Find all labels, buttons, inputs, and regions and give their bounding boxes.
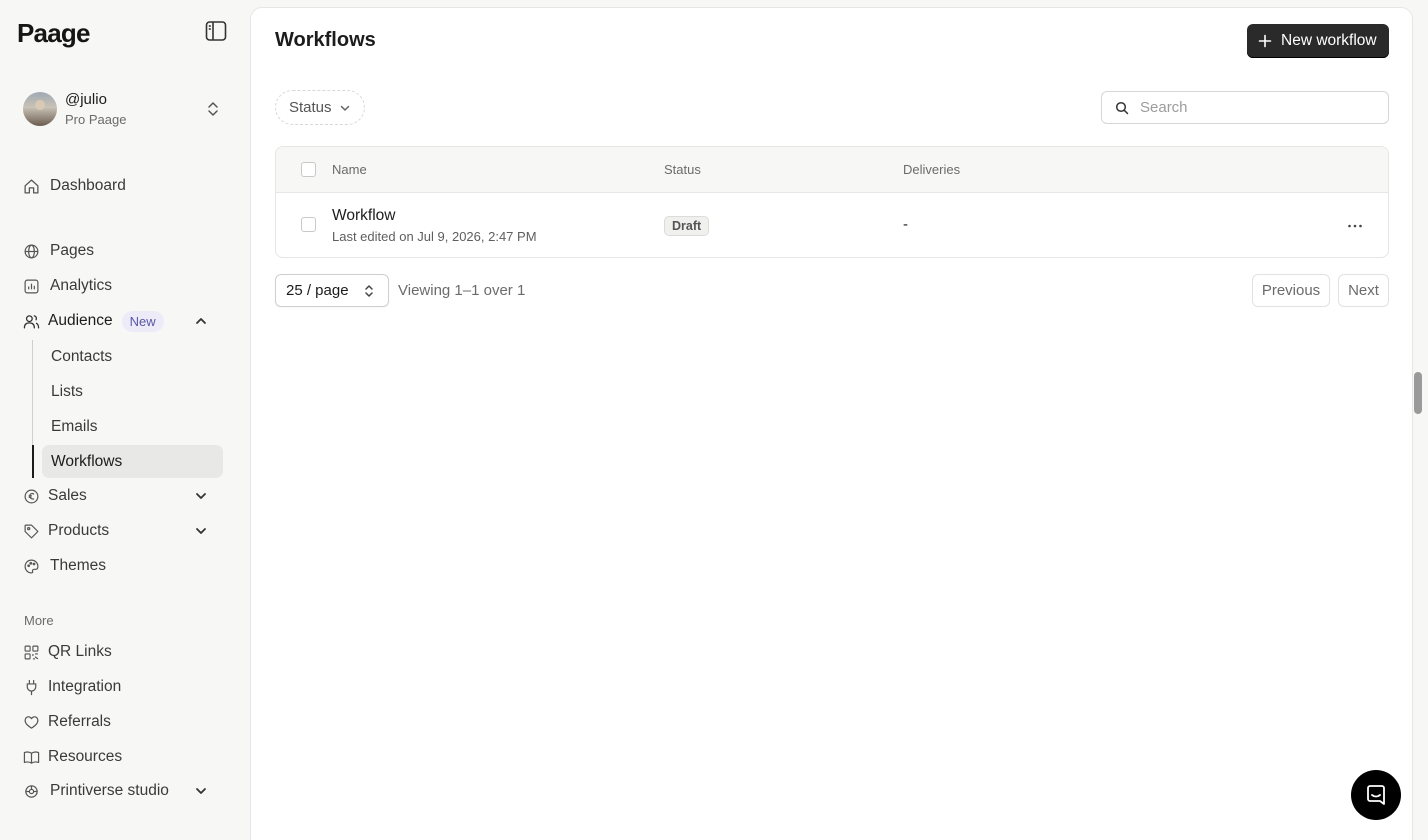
chevron-down-icon[interactable] (194, 524, 208, 538)
book-open-icon (22, 748, 40, 766)
sidebar-item-lists[interactable]: Lists (42, 375, 223, 408)
more-options-icon[interactable] (1345, 216, 1365, 236)
sidebar-item-audience[interactable]: Audience New (22, 305, 224, 337)
plug-icon (22, 678, 40, 696)
column-header-deliveries[interactable]: Deliveries (903, 162, 960, 177)
app-logo[interactable]: Paage (17, 18, 90, 49)
page-title: Workflows (275, 29, 376, 51)
section-heading-more: More (24, 613, 54, 628)
sidebar-item-emails[interactable]: Emails (42, 410, 223, 443)
table-row[interactable]: Workflow Last edited on Jul 9, 2026, 2:4… (276, 193, 1388, 257)
account-handle: @julio (65, 91, 107, 108)
sidebar-item-analytics[interactable]: Analytics (22, 270, 224, 302)
sidebar-item-label: Audience (48, 312, 113, 329)
sidebar-item-label: Resources (48, 748, 123, 765)
account-switcher[interactable]: @julio Pro Paage (23, 88, 227, 132)
sidebar-item-label: Referrals (48, 713, 111, 730)
users-icon (22, 312, 40, 330)
chevron-up-icon[interactable] (194, 314, 208, 328)
table-header: Name Status Deliveries (276, 147, 1388, 193)
sidebar-item-label: Products (48, 522, 110, 539)
sidebar-item-pages[interactable]: Pages (22, 235, 224, 267)
chevron-up-down-icon (363, 284, 375, 298)
plus-icon (1258, 34, 1272, 48)
search-input[interactable] (1140, 99, 1380, 116)
sidebar-item-label: Pages (50, 242, 94, 259)
chevron-down-icon (339, 102, 351, 114)
sidebar-item-label: Sales (48, 487, 87, 504)
sidebar-item-resources[interactable]: Resources (22, 741, 224, 773)
workflows-table: Name Status Deliveries Workflow Last edi… (275, 146, 1389, 258)
workspace-name: Printiverse studio (50, 782, 169, 799)
column-header-name[interactable]: Name (332, 162, 367, 177)
new-badge: New (121, 310, 164, 332)
chevron-down-icon[interactable] (194, 784, 208, 798)
pagination-summary: Viewing 1–1 over 1 (398, 282, 526, 299)
bar-chart-icon (22, 277, 40, 295)
sidebar-item-products[interactable]: Products (22, 515, 224, 547)
account-plan: Pro Paage (65, 112, 127, 127)
page-size-value: 25 / page (286, 282, 349, 299)
chevron-down-icon[interactable] (194, 489, 208, 503)
status-badge: Draft (664, 216, 710, 236)
sidebar-item-qr-links[interactable]: QR Links (22, 636, 224, 668)
sidebar-item-integration[interactable]: Integration (22, 671, 224, 703)
chat-support-button[interactable] (1351, 770, 1401, 820)
home-icon (22, 177, 40, 195)
workflow-last-edited: Last edited on Jul 9, 2026, 2:47 PM (332, 229, 537, 244)
page-size-select[interactable]: 25 / page (275, 274, 389, 307)
globe-icon (22, 242, 40, 260)
qr-code-icon (22, 643, 40, 661)
row-checkbox[interactable] (301, 217, 316, 232)
search-box[interactable] (1101, 91, 1389, 124)
sidebar-item-workflows[interactable]: Workflows (42, 445, 223, 478)
chevron-up-down-icon (206, 100, 220, 118)
workflow-name[interactable]: Workflow (332, 207, 395, 225)
sidebar-item-themes[interactable]: Themes (22, 550, 224, 582)
sidebar-item-contacts[interactable]: Contacts (42, 340, 223, 373)
scrollbar-thumb[interactable] (1414, 372, 1422, 414)
deliveries-value: - (903, 216, 908, 233)
sidebar-toggle-icon[interactable] (204, 19, 228, 43)
main-panel: Workflows New workflow Status Name Statu… (250, 7, 1413, 840)
new-workflow-label: New workflow (1281, 32, 1377, 49)
sidebar-item-label: Analytics (50, 277, 113, 294)
workspace-logo-icon (22, 782, 40, 800)
heart-icon (22, 713, 40, 731)
workspace-switcher[interactable]: Printiverse studio (22, 775, 224, 807)
sidebar: Paage @julio Pro Paage Dashboard Pages A… (0, 0, 250, 840)
subnav-active-indicator (32, 445, 34, 478)
palette-icon (22, 557, 40, 575)
sidebar-item-sales[interactable]: Sales (22, 480, 224, 512)
status-filter-label: Status (289, 99, 332, 116)
avatar (23, 92, 57, 126)
tag-icon (22, 522, 40, 540)
column-header-status[interactable]: Status (664, 162, 701, 177)
sidebar-item-referrals[interactable]: Referrals (22, 706, 224, 738)
chat-icon (1364, 783, 1388, 807)
new-workflow-button[interactable]: New workflow (1247, 24, 1389, 58)
euro-coin-icon (22, 487, 40, 505)
next-page-button[interactable]: Next (1338, 274, 1389, 307)
sidebar-item-label: QR Links (48, 643, 112, 660)
sidebar-item-label: Dashboard (50, 177, 126, 194)
select-all-checkbox[interactable] (301, 162, 316, 177)
sidebar-item-label: Integration (48, 678, 122, 695)
search-icon (1115, 101, 1129, 115)
previous-page-button[interactable]: Previous (1252, 274, 1330, 307)
sidebar-item-dashboard[interactable]: Dashboard (22, 170, 224, 202)
status-filter[interactable]: Status (275, 90, 365, 125)
sidebar-item-label: Themes (50, 557, 106, 574)
